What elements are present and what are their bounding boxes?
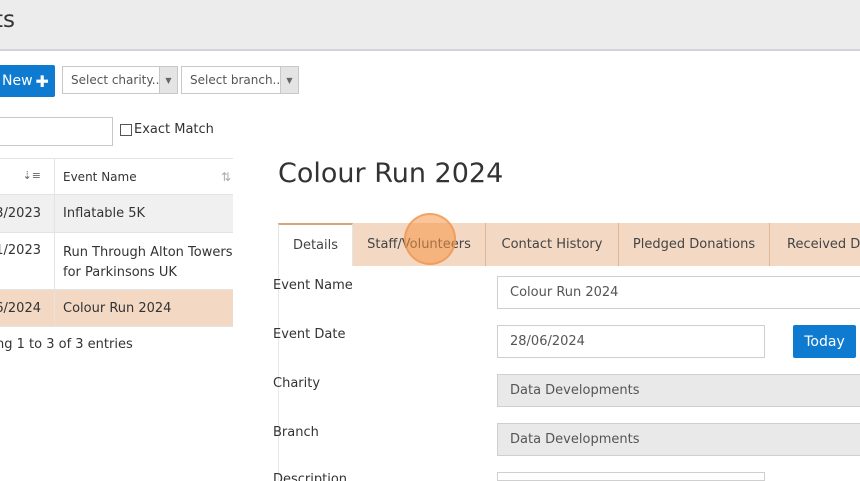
row-event-name: Run Through Alton Towers for Parkinsons … [63,245,233,280]
row-date-cell: 3/2023 [0,195,55,232]
event-date-input[interactable]: 28/06/2024 [497,325,765,358]
search-input[interactable] [0,117,113,146]
event-title: Colour Run 2024 [278,158,504,189]
event-name-input[interactable]: Colour Run 2024 [497,276,860,309]
today-button[interactable]: Today [793,325,856,358]
tab-pledged-donations[interactable]: Pledged Donations [619,223,770,266]
tab-received-donations[interactable]: Received Do [770,223,860,266]
row-date: 1/2023 [0,243,41,258]
charity-select-value: Select charity... [71,73,164,87]
branch-field: Data Developments [497,423,860,456]
charity-select[interactable]: Select charity... ▼ [62,66,178,94]
tab-contact-history[interactable]: Contact History [486,223,619,266]
table-row[interactable]: 3/2023 Inflatable 5K [0,195,233,233]
description-input[interactable] [497,472,765,481]
plus-icon: ✚ [35,71,49,91]
dropdown-arrow-icon[interactable]: ▼ [159,67,177,93]
exact-match-label: Exact Match [134,122,214,137]
charity-label: Charity [273,376,321,391]
branch-select-value: Select branch... [190,73,284,87]
table-row[interactable]: 1/2023 Run Through Alton Towers for Park… [0,233,233,290]
tab-details[interactable]: Details [278,223,353,266]
charity-field: Data Developments [497,374,860,407]
click-indicator [404,213,456,265]
table-row-selected[interactable]: 6/2024 Colour Run 2024 [0,290,233,327]
dropdown-arrow-icon[interactable]: ▼ [280,67,298,93]
row-event-name: Colour Run 2024 [63,301,172,316]
branch-label: Branch [273,425,319,440]
sort-desc-icon[interactable]: ⇣≡ [23,169,41,182]
row-date: 6/2024 [0,301,41,316]
new-event-button[interactable]: New ✚ [0,65,55,97]
page-header: ts [0,0,860,51]
table-info: ng 1 to 3 of 3 entries [0,337,133,352]
event-name-label: Event Name [273,278,353,293]
row-date-cell: 6/2024 [0,290,55,326]
date-column-header[interactable]: ⇣≡ [0,159,55,194]
page-title: ts [0,7,16,33]
sort-icon[interactable]: ⇅ [221,170,231,184]
event-name-header-label: Event Name [63,170,137,184]
event-tabs: Details Staff/Volunteers Contact History… [278,223,860,266]
new-button-label: New [2,73,33,89]
description-label: Description [273,472,348,481]
row-event-name: Inflatable 5K [63,206,146,221]
exact-match-checkbox[interactable]: Exact Match [120,122,214,137]
table-header: ⇣≡ Event Name ⇅ [0,158,233,195]
event-date-label: Event Date [273,327,346,342]
checkbox-box[interactable] [120,123,132,136]
row-date: 3/2023 [0,206,41,221]
row-date-cell: 1/2023 [0,233,55,289]
branch-select[interactable]: Select branch... ▼ [181,66,299,94]
